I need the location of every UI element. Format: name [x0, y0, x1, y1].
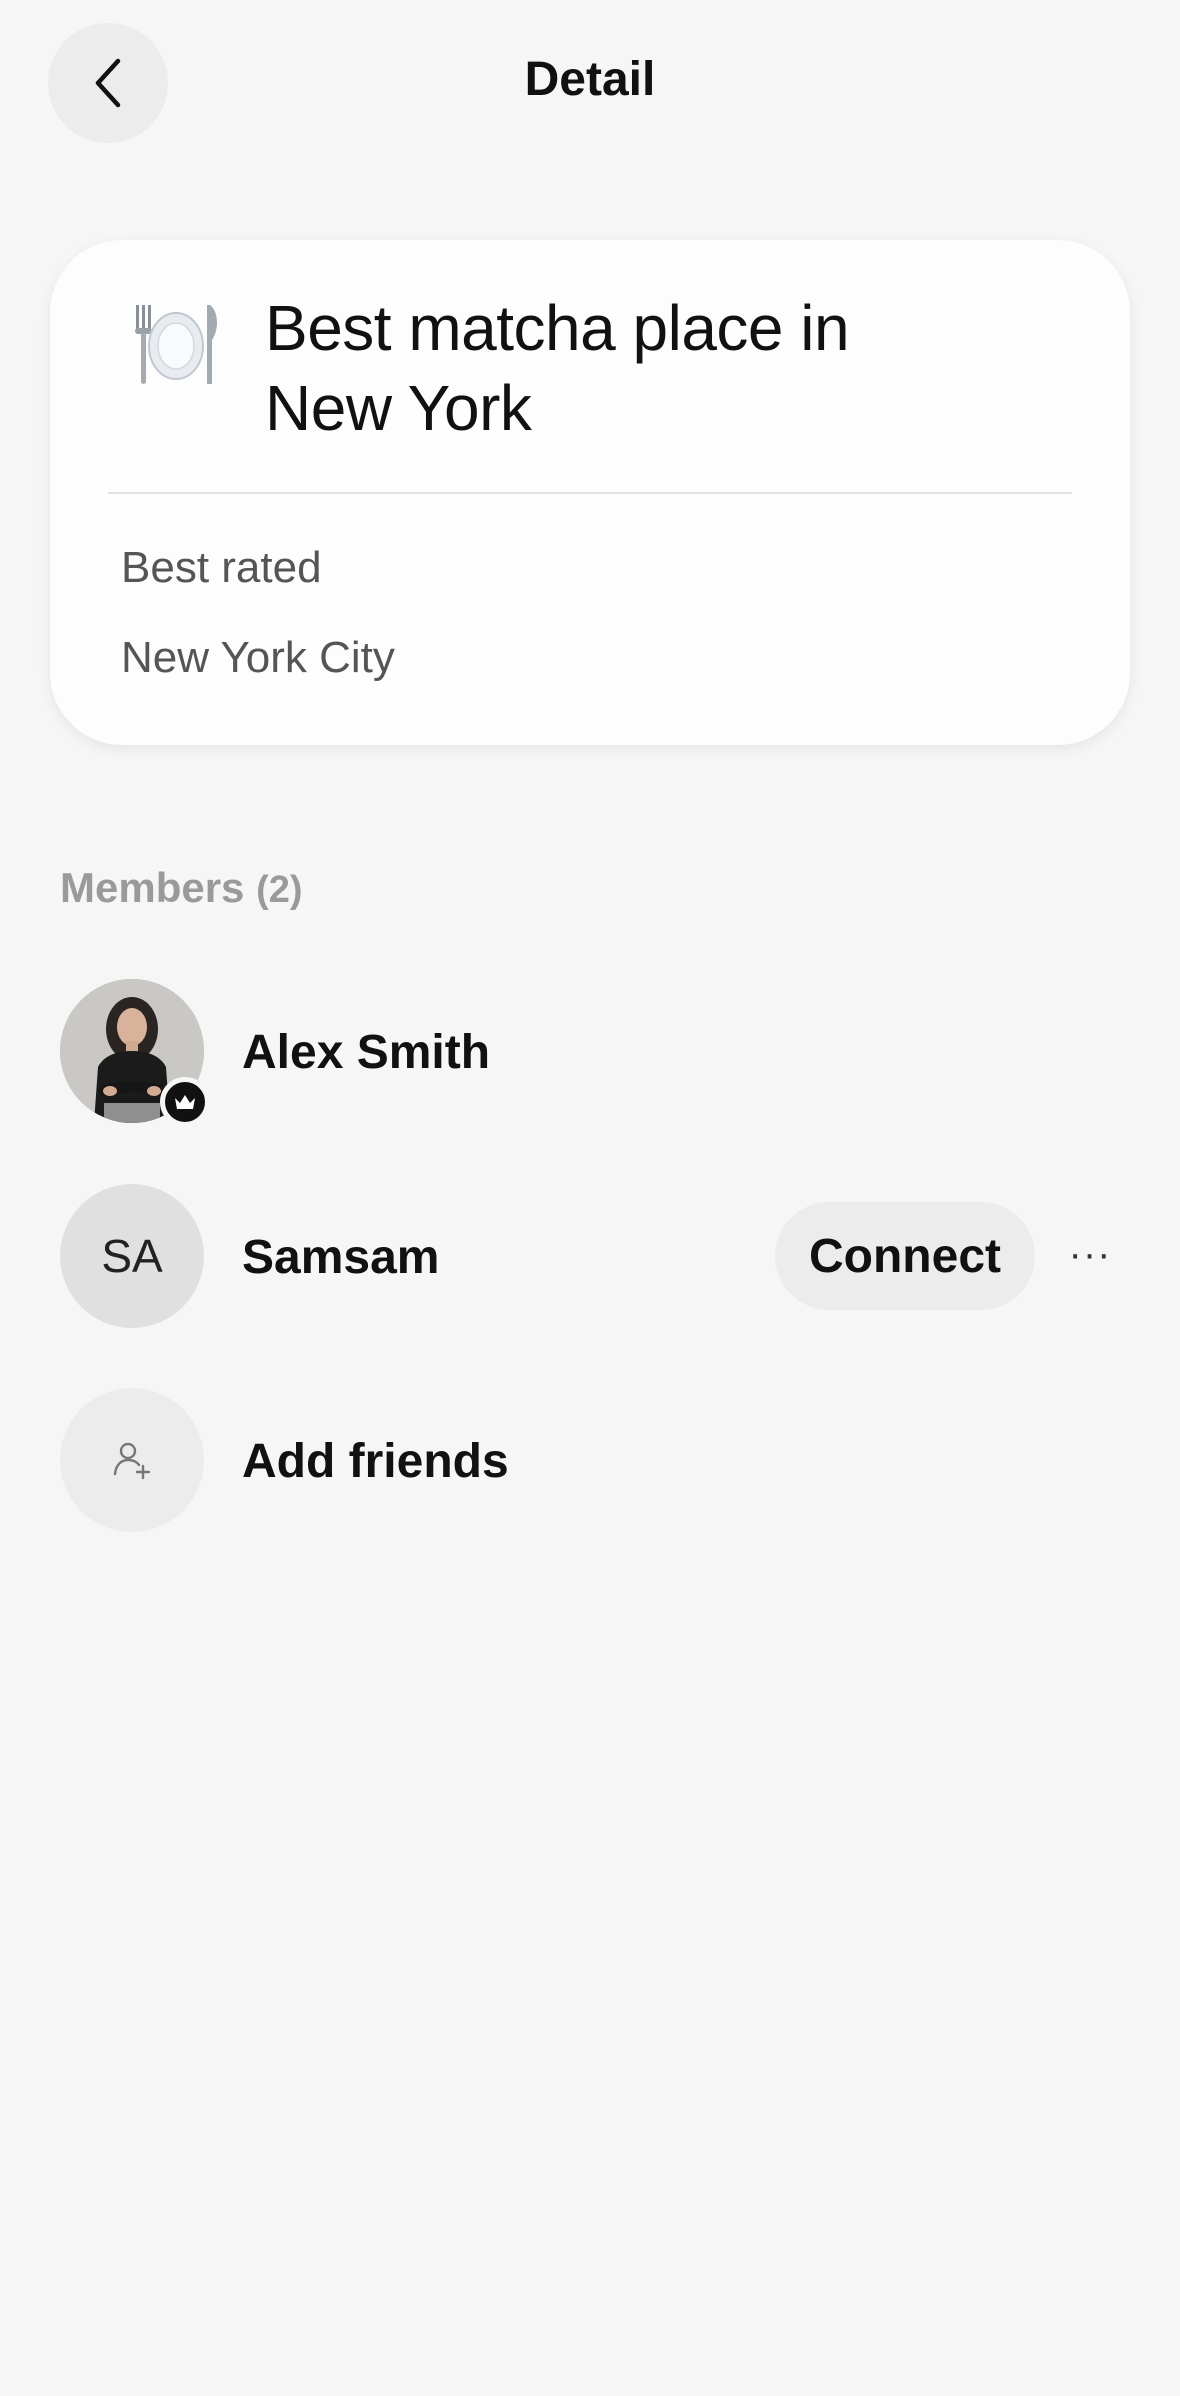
crown-icon — [175, 1095, 195, 1109]
user-plus-icon — [113, 1442, 151, 1480]
avatar[interactable] — [60, 979, 210, 1127]
plate-icon — [135, 305, 218, 384]
owner-badge — [160, 1077, 210, 1127]
member-row[interactable]: Alex Smith — [0, 979, 1180, 1129]
card-location: New York City — [121, 633, 395, 682]
members-heading-label: Members — [60, 864, 245, 911]
more-icon: ··· — [1068, 1231, 1112, 1276]
page-title: Detail — [524, 53, 656, 106]
members-count: (2) — [256, 869, 303, 911]
add-friends-label[interactable]: Add friends — [242, 1434, 509, 1489]
card-title-line-2: New York — [265, 372, 532, 444]
collection-card: Best matcha place in New York Best rated… — [50, 240, 1130, 745]
card-title: Best matcha place in New York — [265, 288, 965, 448]
more-options-button[interactable]: ··· — [1060, 1224, 1120, 1284]
add-friends-row[interactable]: Add friends — [0, 1388, 1180, 1538]
avatar[interactable]: SA — [60, 1184, 204, 1328]
member-name[interactable]: Alex Smith — [242, 1025, 490, 1080]
card-title-line-1: Best matcha place in — [265, 292, 850, 364]
member-name[interactable]: Samsam — [242, 1230, 439, 1285]
top-bar: Detail — [0, 0, 1180, 170]
card-divider — [108, 492, 1072, 494]
connect-button[interactable]: Connect — [775, 1202, 1035, 1310]
add-friends-avatar[interactable] — [60, 1388, 204, 1532]
member-row[interactable]: SA Samsam Connect ··· — [0, 1184, 1180, 1334]
members-heading: Members (2) — [60, 864, 303, 912]
card-category: Best rated — [121, 543, 322, 592]
